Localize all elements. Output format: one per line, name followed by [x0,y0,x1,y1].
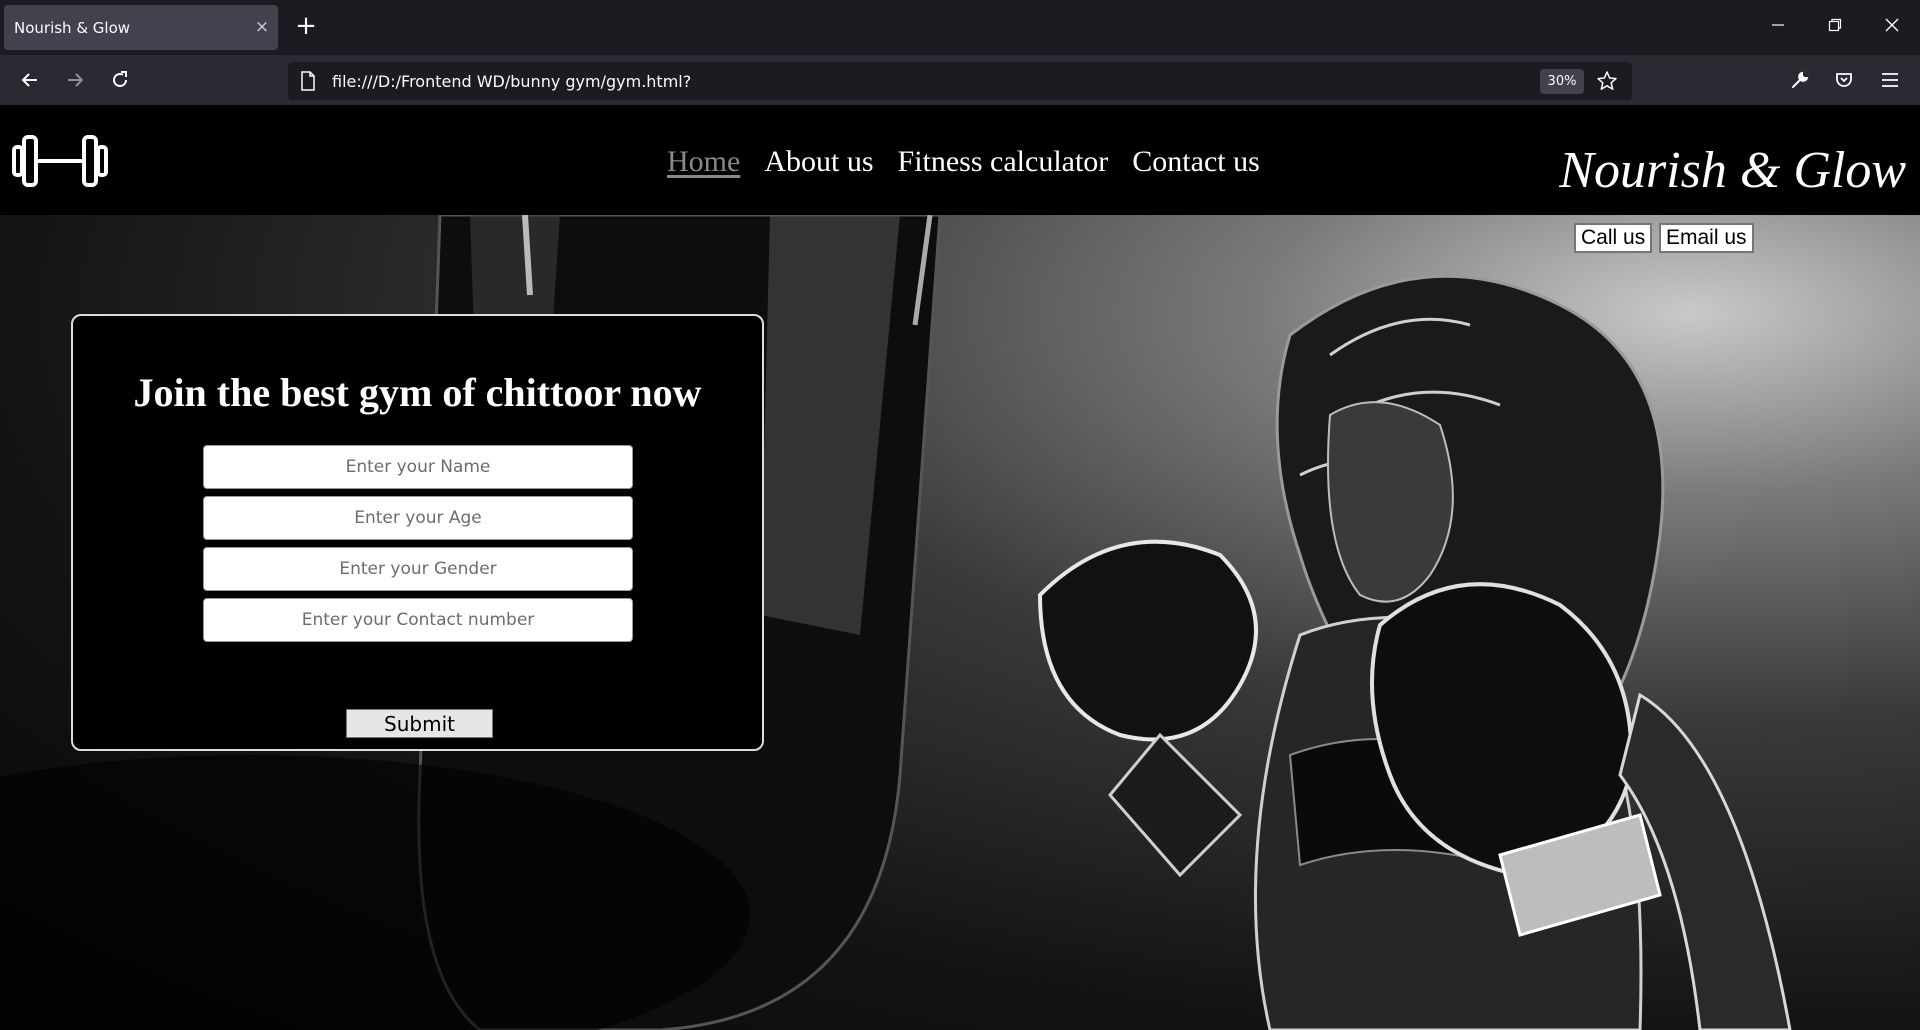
browser-nav-bar: file:///D:/Frontend WD/bunny gym/gym.htm… [0,55,1920,105]
nav-link-about[interactable]: About us [764,145,873,179]
name-input[interactable] [203,445,633,489]
dumbbell-logo-icon[interactable] [12,133,108,193]
close-window-icon[interactable] [1872,10,1912,44]
zoom-level-badge[interactable]: 30% [1540,69,1584,94]
forward-arrow-icon[interactable] [57,63,93,97]
site-header: Home About us Fitness calculator Contact… [0,105,1920,215]
join-form-card: Join the best gym of chittoor now Submit [71,314,764,751]
reload-icon[interactable] [102,63,138,97]
nav-link-fitness-calculator[interactable]: Fitness calculator [898,145,1109,179]
email-us-button[interactable]: Email us [1659,223,1754,253]
web-page: Home About us Fitness calculator Contact… [0,105,1920,1030]
bookmark-star-icon[interactable] [1596,70,1618,96]
page-icon [300,71,316,95]
url-bar[interactable]: file:///D:/Frontend WD/bunny gym/gym.htm… [288,62,1632,100]
gender-input[interactable] [203,547,633,591]
contact-number-input[interactable] [203,598,633,642]
restore-icon[interactable] [1815,10,1855,44]
pocket-icon[interactable] [1826,63,1862,97]
age-input[interactable] [203,496,633,540]
url-text[interactable]: file:///D:/Frontend WD/bunny gym/gym.htm… [332,72,691,91]
submit-button[interactable]: Submit [346,709,493,738]
browser-tab-bar: Nourish & Glow × + [0,0,1920,55]
menu-icon[interactable] [1872,63,1908,97]
tab-title: Nourish & Glow [14,19,131,37]
back-arrow-icon[interactable] [12,63,48,97]
browser-tab[interactable]: Nourish & Glow × [4,5,278,50]
wrench-icon[interactable] [1782,63,1818,97]
brand-title: Nourish & Glow [1559,142,1906,199]
form-heading: Join the best gym of chittoor now [133,370,702,415]
hero-section: Call us Email us Join the best gym of ch… [0,215,1920,1030]
tab-close-icon[interactable]: × [250,15,274,39]
call-us-button[interactable]: Call us [1574,223,1653,253]
new-tab-button[interactable]: + [290,10,322,42]
minimize-icon[interactable] [1758,10,1798,44]
nav-link-home[interactable]: Home [667,145,740,179]
nav-link-contact[interactable]: Contact us [1132,145,1260,179]
site-nav: Home About us Fitness calculator Contact… [667,145,1260,179]
